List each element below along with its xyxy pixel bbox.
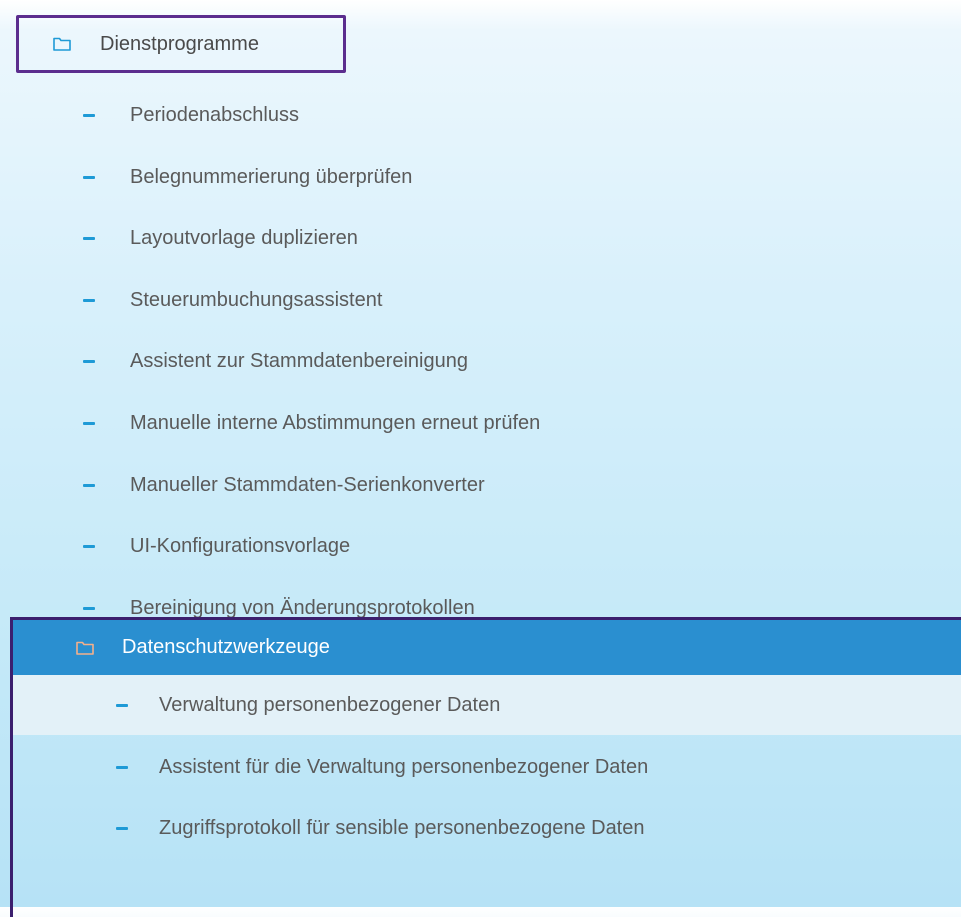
dash-icon xyxy=(83,175,95,179)
folder-label: Dienstprogramme xyxy=(100,32,259,55)
dash-icon xyxy=(83,483,95,487)
dash-icon xyxy=(83,236,95,240)
tree-item-label: Verwaltung personenbezogener Daten xyxy=(159,693,501,716)
tree-item-label: Layoutvorlage duplizieren xyxy=(130,226,358,249)
tree-item-stammdatenbereinigung[interactable]: Assistent zur Stammdatenbereinigung xyxy=(0,331,961,391)
tree-item-label: Steuerumbuchungsassistent xyxy=(130,288,383,311)
tree-item-assistent-verwaltung[interactable]: Assistent für die Verwaltung personenbez… xyxy=(13,737,961,797)
dash-icon xyxy=(83,606,95,610)
dash-icon xyxy=(83,544,95,548)
tree-item-label: Zugriffsprotokoll für sensible personenb… xyxy=(159,816,645,839)
dash-icon xyxy=(116,826,128,830)
tree-item-ui-konfiguration[interactable]: UI-Konfigurationsvorlage xyxy=(0,516,961,576)
tree-item-zugriffsprotokoll[interactable]: Zugriffsprotokoll für sensible personenb… xyxy=(13,798,961,858)
dash-icon xyxy=(116,765,128,769)
dash-icon xyxy=(83,298,95,302)
dash-icon xyxy=(116,703,128,707)
tree-item-label: Manueller Stammdaten-Serienkonverter xyxy=(130,473,485,496)
folder-label: Datenschutzwerkzeuge xyxy=(122,636,330,658)
navigation-tree: Dienstprogramme Periodenabschluss Belegn… xyxy=(0,0,961,917)
tree-item-label: Belegnummerierung überprüfen xyxy=(130,165,413,188)
tree-item-layoutvorlage[interactable]: Layoutvorlage duplizieren xyxy=(0,208,961,268)
tree-item-label: Periodenabschluss xyxy=(130,103,299,126)
dash-icon xyxy=(83,359,95,363)
tree-item-steuerumbuchung[interactable]: Steuerumbuchungsassistent xyxy=(0,270,961,330)
tree-item-label: Assistent für die Verwaltung personenbez… xyxy=(159,755,649,778)
tree-folder-datenschutzwerkzeuge[interactable]: Datenschutzwerkzeuge xyxy=(13,620,961,675)
tree-item-label: UI-Konfigurationsvorlage xyxy=(130,534,351,557)
tree-item-label: Manuelle interne Abstimmungen erneut prü… xyxy=(130,411,541,434)
tree-item-verwaltung-personenbezogener-daten[interactable]: Verwaltung personenbezogener Daten xyxy=(13,675,961,735)
folder-icon xyxy=(76,641,94,655)
tree-item-abstimmungen[interactable]: Manuelle interne Abstimmungen erneut prü… xyxy=(0,393,961,453)
folder-icon xyxy=(53,37,71,51)
tree-item-belegnummerierung[interactable]: Belegnummerierung überprüfen xyxy=(0,147,961,207)
tree-item-label: Assistent zur Stammdatenbereinigung xyxy=(130,349,468,372)
tree-item-periodenabschluss[interactable]: Periodenabschluss xyxy=(0,85,961,145)
dash-icon xyxy=(83,113,95,117)
tree-item-serienkonverter[interactable]: Manueller Stammdaten-Serienkonverter xyxy=(0,455,961,515)
dash-icon xyxy=(83,421,95,425)
tree-folder-dienstprogramme[interactable]: Dienstprogramme xyxy=(16,15,346,73)
